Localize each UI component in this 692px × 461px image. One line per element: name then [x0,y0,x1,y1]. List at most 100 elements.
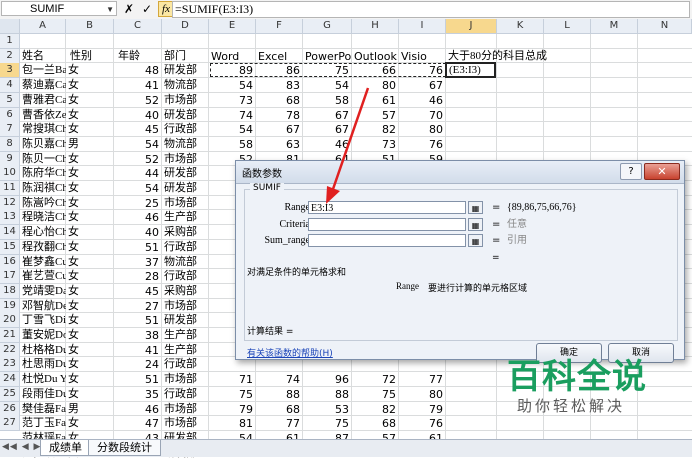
cell-age[interactable]: 41 [114,78,161,93]
cell-age[interactable]: 48 [114,63,161,78]
cell-powerpoint[interactable]: 96 [303,372,351,387]
header-dept[interactable]: 部门 [162,49,208,64]
cell-excel[interactable]: 86 [256,63,302,78]
cell-outlook[interactable]: 73 [352,137,398,152]
cell-visio[interactable]: 76 [399,137,445,152]
cell-powerpoint[interactable]: 46 [303,137,351,152]
cell-excel[interactable]: 67 [256,122,302,137]
cell-name[interactable]: 杜思雨Du [20,357,66,372]
cell-word[interactable]: 54 [209,122,255,137]
cell-gender[interactable]: 女 [66,240,113,255]
cell-excel[interactable]: 68 [256,93,302,108]
cell-dept[interactable]: 研发部 [162,181,208,196]
cancel-icon[interactable]: ✗ [122,2,136,16]
cell-dept[interactable]: 研发部 [162,166,208,181]
row-header-19[interactable]: 19 [0,298,20,314]
cell-dept[interactable]: 行政部 [162,387,208,402]
row-header-14[interactable]: 14 [0,225,20,241]
collapse-dialog-icon[interactable]: ▦ [468,234,483,247]
cell-gender[interactable]: 女 [66,108,113,123]
row-header-26[interactable]: 26 [0,401,20,417]
cell-gender[interactable]: 女 [66,93,113,108]
row-header-5[interactable]: 5 [0,92,20,108]
row-header-16[interactable]: 16 [0,254,20,270]
help-icon[interactable]: ? [620,163,642,180]
cell-gender[interactable]: 女 [66,78,113,93]
cell-dept[interactable]: 市场部 [162,372,208,387]
cell-age[interactable]: 45 [114,284,161,299]
cell-gender[interactable]: 女 [66,210,113,225]
row-header-21[interactable]: 21 [0,328,20,343]
cell-name[interactable]: 党靖雯Da [20,284,66,299]
cell-gender[interactable]: 女 [66,299,113,314]
select-all-corner[interactable] [0,19,20,34]
cell-name[interactable]: 陈嵩吟Ch [20,196,66,211]
row-header-23[interactable]: 23 [0,357,20,373]
cell-visio[interactable]: 67 [399,78,445,93]
column-header-d[interactable]: D [162,19,209,34]
cell-outlook[interactable]: 75 [352,387,398,402]
function-help-link[interactable]: 有关该函数的帮助(H) [247,346,333,359]
tab-sheet-2[interactable]: 分数段统计 [88,440,161,456]
cell-outlook[interactable]: 66 [352,63,398,78]
cell-gender[interactable]: 女 [66,255,113,270]
cell-gender[interactable]: 女 [66,313,113,328]
cell-gender[interactable]: 男 [66,137,113,152]
cell-name[interactable]: 程晓洁Ch [20,210,66,225]
cell-dept[interactable]: 行政部 [162,240,208,255]
cell-visio[interactable]: 46 [399,93,445,108]
cell-age[interactable]: 38 [114,328,161,343]
cell-dept[interactable]: 研发部 [162,63,208,78]
cell-word[interactable]: 81 [209,416,255,431]
cell-gender[interactable]: 女 [66,225,113,240]
cell-visio[interactable]: 80 [399,387,445,402]
cell-word[interactable]: 89 [209,63,255,78]
cell-dept[interactable]: 采购部 [162,225,208,240]
cell-dept[interactable]: 市场部 [162,299,208,314]
column-header-n[interactable]: N [638,19,692,34]
column-header-a[interactable]: A [20,19,66,34]
header-gender[interactable]: 性别 [68,49,114,64]
header-subject-total[interactable]: 大于80分的科目总成 [446,49,556,64]
cell-gender[interactable]: 女 [66,357,113,372]
cell-age[interactable]: 52 [114,93,161,108]
range-input[interactable]: E3:I3 [308,201,466,214]
cell-gender[interactable]: 女 [66,63,113,78]
cell-name[interactable]: 范丁玉Fa [20,416,66,431]
header-visio[interactable]: Visio [399,49,445,64]
cell-powerpoint[interactable]: 88 [303,387,351,402]
cell-name[interactable]: 樊佳磊Fa [20,402,66,417]
cell-age[interactable]: 41 [114,343,161,358]
cell-visio[interactable]: 79 [399,402,445,417]
cell-visio[interactable]: 80 [399,122,445,137]
cell-dept[interactable]: 市场部 [162,196,208,211]
cell-outlook[interactable]: 82 [352,122,398,137]
cell-name[interactable]: 崔艺萱Cu [20,269,66,284]
cell-name[interactable]: 陈润祺Ch [20,181,66,196]
cell-excel[interactable]: 88 [256,387,302,402]
column-header-e[interactable]: E [209,19,256,34]
cell-gender[interactable]: 女 [66,328,113,343]
header-excel[interactable]: Excel [256,49,302,64]
row-header-13[interactable]: 13 [0,210,20,226]
cell-age[interactable]: 54 [114,181,161,196]
column-header-b[interactable]: B [66,19,114,34]
cell-dept[interactable]: 研发部 [162,313,208,328]
cell-name[interactable]: 曹雅君Ca [20,93,66,108]
cell-dept[interactable]: 采购部 [162,284,208,299]
chevron-down-icon[interactable]: ▼ [106,2,114,17]
cell-name[interactable]: 段雨佳Du [20,387,66,402]
cell-age[interactable]: 24 [114,357,161,372]
cell-name[interactable]: 常搜琪Cha [20,122,66,137]
row-header-24[interactable]: 24 [0,372,20,388]
row-header-15[interactable]: 15 [0,239,20,255]
cell-age[interactable]: 40 [114,225,161,240]
cell-name[interactable]: 程心怡Ch [20,225,66,240]
row-header-4[interactable]: 4 [0,78,20,94]
cell-name[interactable]: 邓智航De [20,299,66,314]
cell-age[interactable]: 35 [114,387,161,402]
cell-gender[interactable]: 女 [66,166,113,181]
cell-powerpoint[interactable]: 75 [303,63,351,78]
criteria-input[interactable] [308,218,466,231]
column-header-f[interactable]: F [256,19,303,34]
